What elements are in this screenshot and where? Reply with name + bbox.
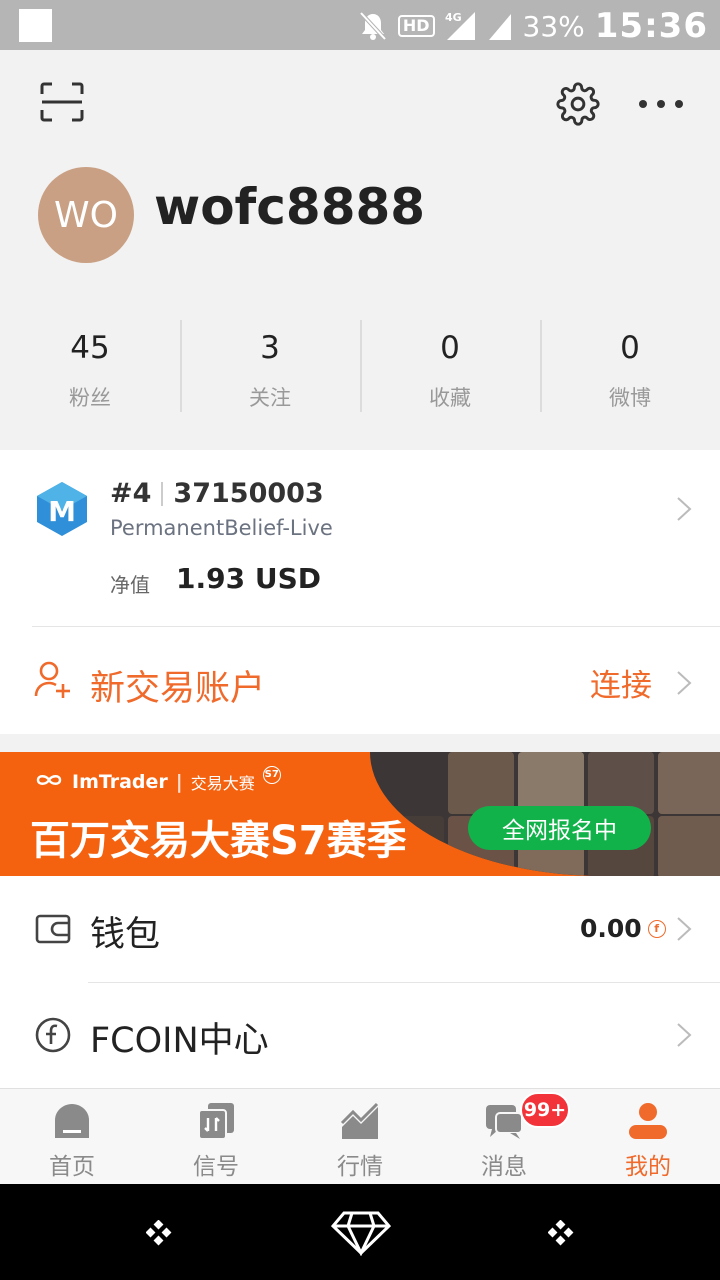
banner-brand-name: ImTrader: [72, 771, 168, 793]
menu-list: 钱包 0.00 f FCOIN中心: [0, 876, 720, 1088]
stat-following[interactable]: 3 关注: [180, 318, 360, 414]
stats-row: 45 粉丝 3 关注 0 收藏 0 微博: [0, 318, 720, 414]
stat-value: 0: [620, 330, 640, 366]
notification-icon: [19, 9, 52, 42]
stat-label: 收藏: [429, 386, 471, 410]
fcoin-center-row[interactable]: FCOIN中心: [0, 982, 720, 1088]
account-rank: #4: [110, 478, 152, 509]
new-account-row[interactable]: 新交易账户 连接: [0, 628, 720, 734]
chevron-right-icon[interactable]: [672, 494, 696, 524]
fcoin-icon: f: [647, 919, 666, 938]
signal-icon: [488, 10, 513, 42]
account-title: #4 37150003: [110, 478, 324, 509]
tab-market[interactable]: 行情: [288, 1089, 432, 1185]
fcoin-icon: [34, 1016, 72, 1054]
tab-profile[interactable]: 我的: [576, 1089, 720, 1185]
stat-fans[interactable]: 45 粉丝: [0, 318, 180, 414]
nav-home-diamond-icon[interactable]: [330, 1210, 392, 1257]
wallet-balance-value: 0.00: [580, 914, 642, 943]
banner-title: 百万交易大赛S7赛季: [30, 818, 407, 864]
contest-banner[interactable]: ImTrader | 交易大赛 S7 百万交易大赛S7赛季 全网报名中: [0, 752, 720, 876]
register-button[interactable]: 全网报名中: [468, 806, 651, 850]
tab-home[interactable]: 首页: [0, 1089, 144, 1185]
stat-label: 微博: [609, 386, 651, 410]
banner-brand: ImTrader | 交易大赛 S7: [34, 766, 281, 794]
avatar[interactable]: WO: [38, 167, 134, 263]
message-icon: [484, 1101, 524, 1141]
tab-label: 消息: [481, 1154, 527, 1180]
home-icon: [52, 1101, 92, 1141]
signal-icon: [196, 1101, 236, 1141]
tab-signals[interactable]: 信号: [144, 1089, 288, 1185]
add-user-icon: [34, 660, 72, 700]
tab-label: 我的: [625, 1154, 671, 1180]
trading-account-card[interactable]: M #4 37150003 PermanentBelief-Live 净值 1.…: [0, 450, 720, 734]
stat-value: 0: [440, 330, 460, 366]
stat-favorites[interactable]: 0 收藏: [360, 318, 540, 414]
market-icon: [340, 1101, 380, 1141]
divider: [32, 626, 720, 627]
clock: 15:36: [594, 6, 708, 46]
stat-posts[interactable]: 0 微博: [540, 318, 720, 414]
chevron-right-icon[interactable]: [672, 668, 696, 698]
profile-icon: [628, 1101, 668, 1141]
signal-4g-icon: 4G: [445, 10, 479, 42]
message-badge: 99+: [520, 1092, 570, 1128]
account-server: PermanentBelief-Live: [110, 516, 333, 540]
svg-text:M: M: [48, 495, 76, 528]
banner-subtitle: 交易大赛: [190, 774, 255, 793]
broker-logo-icon: M: [33, 480, 91, 538]
wallet-icon: [34, 910, 72, 948]
account-number: 37150003: [173, 478, 324, 509]
connect-link[interactable]: 连接: [590, 660, 652, 705]
tab-label: 首页: [49, 1154, 95, 1180]
mute-icon: [358, 10, 388, 42]
more-options-icon[interactable]: [636, 86, 686, 122]
settings-gear-icon[interactable]: [556, 82, 600, 126]
svg-text:4G: 4G: [445, 11, 462, 24]
nav-back-icon[interactable]: [145, 1219, 172, 1246]
hd-icon: HD: [397, 15, 435, 37]
net-value: 1.93 USD: [176, 562, 321, 595]
stat-value: 3: [260, 330, 280, 366]
scan-icon[interactable]: [40, 82, 84, 122]
stat-value: 45: [70, 330, 110, 366]
divider: [161, 481, 164, 506]
tab-label: 信号: [193, 1154, 239, 1180]
wallet-row[interactable]: 钱包 0.00 f: [0, 876, 720, 983]
wallet-balance: 0.00 f: [580, 914, 666, 943]
nav-recent-icon[interactable]: [547, 1219, 574, 1246]
stat-label: 关注: [249, 386, 291, 410]
battery-level: 33%: [522, 9, 585, 43]
stat-label: 粉丝: [69, 386, 111, 410]
status-bar: HD 4G 33% 15:36: [0, 0, 720, 50]
menu-label: FCOIN中心: [90, 1021, 269, 1061]
menu-label: 钱包: [90, 915, 161, 955]
chevron-right-icon[interactable]: [672, 1020, 696, 1050]
tab-label: 行情: [337, 1154, 383, 1180]
banner-season-badge: S7: [262, 766, 281, 784]
chevron-right-icon[interactable]: [672, 914, 696, 944]
profile-header: WO wofc8888 45 粉丝 3 关注 0 收藏 0 微博: [0, 50, 720, 450]
net-value-label: 净值: [110, 573, 150, 597]
infinity-logo-icon: [34, 771, 64, 793]
bottom-tab-bar: 首页 信号 行情 消息 我的: [0, 1088, 720, 1184]
new-account-label: 新交易账户: [90, 669, 266, 709]
username[interactable]: wofc8888: [154, 178, 425, 236]
